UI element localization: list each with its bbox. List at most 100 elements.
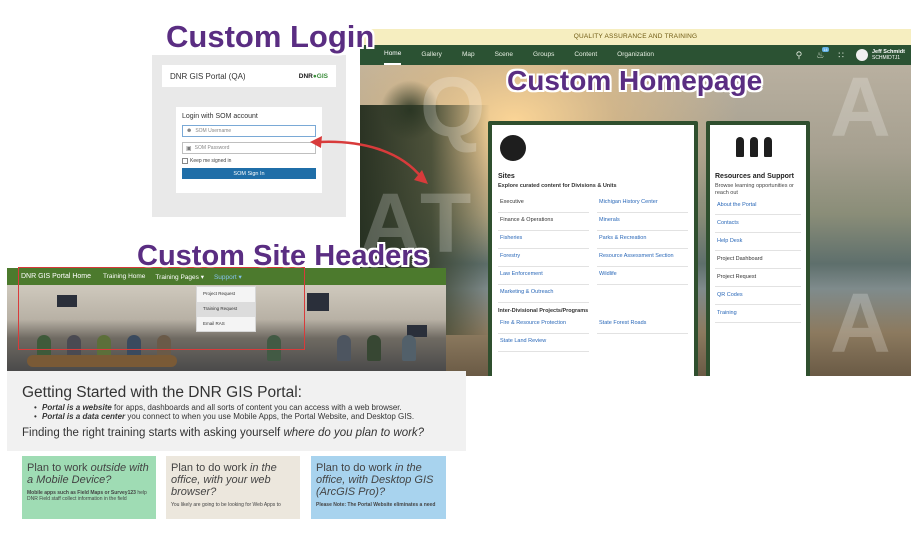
login-portal-title: DNR GIS Portal (QA)	[170, 71, 246, 81]
plan-card-desktop-gis[interactable]: Plan to do work in the office, with Desk…	[311, 456, 446, 519]
plan-card-web-browser[interactable]: Plan to do work in the office, with your…	[166, 456, 300, 519]
resources-panel: Resources and Support Browse learning op…	[710, 165, 806, 376]
plan-title-lead: Plan to do work	[316, 462, 395, 474]
resources-card-image	[710, 125, 806, 165]
custom-homepage-label: Custom Homepage	[507, 65, 763, 96]
person-icon	[764, 137, 772, 157]
custom-site-headers-label: Custom Site Headers	[137, 240, 429, 272]
sites-card: Sites Explore curated content for Divisi…	[488, 121, 698, 376]
nav-groups[interactable]: Groups	[533, 45, 554, 65]
plan-desc-text: You likely are going to be looking for W…	[171, 502, 281, 508]
plan-title-lead: Plan to work	[27, 462, 91, 474]
sites-grid: Executive Finance & Operations Fisheries…	[498, 195, 688, 303]
site-link-finance[interactable]: Finance & Operations	[498, 213, 589, 231]
sites-col-2: Michigan History Center Minerals Parks &…	[597, 195, 688, 303]
login-form: Login with SOM account ☻ SOM Username ▣ …	[176, 107, 322, 193]
user-icon: ☻	[186, 128, 193, 134]
watermark-letter: A	[830, 60, 891, 154]
bullet-data-center-em: Portal is a data center	[42, 412, 126, 421]
resource-link-about[interactable]: About the Portal	[715, 197, 801, 215]
resource-link-contacts[interactable]: Contacts	[715, 215, 801, 233]
plan-desc-bold: Please Note: The Portal Website eliminat…	[316, 502, 436, 508]
site-link-parks[interactable]: Parks & Recreation	[597, 231, 688, 249]
inter-grid: Fire & Resource Protection State Land Re…	[498, 316, 688, 352]
resources-card: Resources and Support Browse learning op…	[706, 121, 810, 376]
username-placeholder: SOM Username	[195, 128, 232, 134]
username-field[interactable]: ☻ SOM Username	[182, 125, 316, 137]
site-link-marketing[interactable]: Marketing & Outreach	[498, 285, 589, 303]
watermark-letter: A	[830, 276, 891, 370]
training-table	[27, 355, 177, 367]
resources-title: Resources and Support	[715, 173, 794, 180]
login-with-label: Login with SOM account	[182, 113, 258, 120]
plan-desc: Please Note: The Portal Website eliminat…	[316, 502, 441, 508]
plan-title-lead: Plan to do work	[171, 462, 250, 474]
site-link-forestry[interactable]: Forestry	[498, 249, 589, 267]
bullet-data-center: Portal is a data center you connect to w…	[34, 412, 414, 421]
sites-col-1: Executive Finance & Operations Fisheries…	[498, 195, 589, 303]
site-link-history-center[interactable]: Michigan History Center	[597, 195, 688, 213]
nav-scene[interactable]: Scene	[495, 45, 513, 65]
plan-card-mobile[interactable]: Plan to work outside with a Mobile Devic…	[22, 456, 156, 519]
login-screenshot: DNR GIS Portal (QA) DNR●GIS Login with S…	[152, 55, 346, 217]
plan-title: Plan to work outside with a Mobile Devic…	[27, 462, 151, 486]
getting-started-section: Getting Started with the DNR GIS Portal:…	[7, 371, 466, 451]
inter-col-1: Fire & Resource Protection State Land Re…	[498, 316, 589, 352]
monitor	[307, 293, 329, 311]
classification-banner: QUALITY ASSURANCE AND TRAINING	[360, 29, 911, 45]
bullet-website-text: for apps, dashboards and all sorts of co…	[111, 403, 402, 412]
login-header: DNR GIS Portal (QA) DNR●GIS	[162, 65, 336, 87]
globe-icon	[500, 135, 526, 161]
site-link-forest-roads[interactable]: State Forest Roads	[597, 316, 688, 334]
plan-title: Plan to do work in the office, with your…	[171, 462, 295, 498]
plan-title: Plan to do work in the office, with Desk…	[316, 462, 441, 498]
inter-divisional-title: Inter-Divisional Projects/Programs	[498, 308, 589, 314]
keep-signed-in[interactable]: Keep me signed in	[182, 158, 316, 164]
site-link-fisheries[interactable]: Fisheries	[498, 231, 589, 249]
bullet-website-em: Portal is a website	[42, 403, 112, 412]
sites-subtitle: Explore curated content for Divisions & …	[498, 183, 617, 189]
sites-panel: Sites Explore curated content for Divisi…	[492, 165, 694, 376]
custom-login-label: Custom Login	[166, 19, 375, 54]
sites-title: Sites	[498, 173, 515, 180]
password-field[interactable]: ▣ SOM Password	[182, 142, 316, 154]
dnr-gis-logo: DNR●GIS	[299, 73, 328, 80]
sign-in-button[interactable]: SOM Sign In	[182, 168, 316, 179]
plan-desc: Mobile apps such as Field Maps or Survey…	[27, 490, 151, 502]
logo-gis: GIS	[316, 72, 328, 80]
question-lead: Finding the right training starts with a…	[22, 427, 284, 439]
person	[367, 335, 381, 361]
inter-col-2: State Forest Roads	[597, 316, 688, 352]
password-placeholder: SOM Password	[194, 145, 230, 151]
keep-signed-in-checkbox[interactable]	[182, 158, 188, 164]
question-em: where do you plan to work?	[283, 427, 425, 439]
keep-signed-in-label: Keep me signed in	[190, 158, 232, 164]
bell-icon[interactable]: ♨ 14	[816, 46, 829, 61]
person-icon	[750, 137, 758, 157]
nav-home[interactable]: Home	[384, 45, 402, 65]
resource-link-project-dashboard[interactable]: Project Dashboard	[715, 251, 801, 269]
watermark-letter: Q	[420, 60, 486, 154]
resource-link-training[interactable]: Training	[715, 305, 801, 323]
bullet-data-center-text: you connect to when you use Mobile Apps,…	[125, 412, 415, 421]
resource-link-project-request[interactable]: Project Request	[715, 269, 801, 287]
site-link-fire[interactable]: Fire & Resource Protection	[498, 316, 589, 334]
bullet-website: Portal is a website for apps, dashboards…	[34, 403, 414, 412]
site-link-wildlife[interactable]: Wildlife	[597, 267, 688, 285]
site-link-executive[interactable]: Executive	[498, 195, 589, 213]
getting-started-bullets: Portal is a website for apps, dashboards…	[34, 403, 414, 421]
site-link-state-land[interactable]: State Land Review	[498, 334, 589, 352]
search-icon[interactable]: ⚲	[796, 50, 803, 61]
nav-content[interactable]: Content	[574, 45, 597, 65]
site-link-minerals[interactable]: Minerals	[597, 213, 688, 231]
site-link-law-enforcement[interactable]: Law Enforcement	[498, 267, 589, 285]
highlight-box	[18, 267, 305, 350]
person-icon	[736, 137, 744, 157]
resource-link-qr-codes[interactable]: QR Codes	[715, 287, 801, 305]
plan-desc: You likely are going to be looking for W…	[171, 502, 295, 508]
logo-dnr: DNR	[298, 72, 313, 80]
resource-link-help-desk[interactable]: Help Desk	[715, 233, 801, 251]
getting-started-title: Getting Started with the DNR GIS Portal:	[22, 384, 302, 401]
site-link-resource-assessment[interactable]: Resource Assessment Section	[597, 249, 688, 267]
nav-organization[interactable]: Organization	[617, 45, 654, 65]
